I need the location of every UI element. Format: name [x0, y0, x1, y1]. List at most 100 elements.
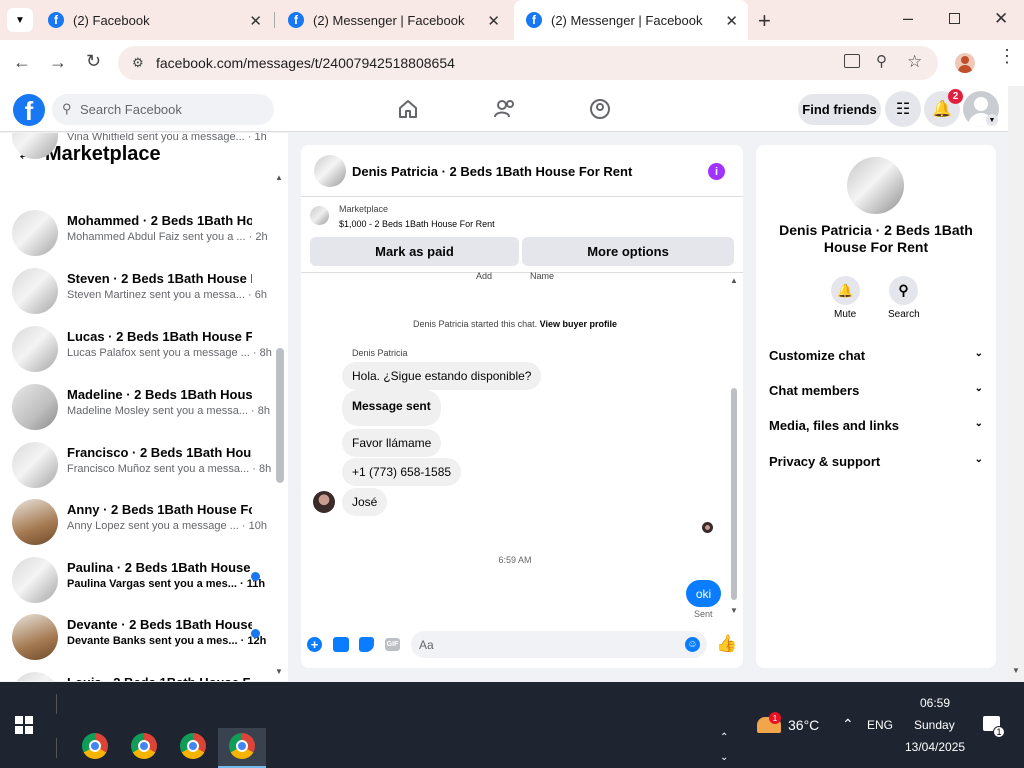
info-icon[interactable]: i [708, 163, 725, 180]
menu-grid-button[interactable]: ☷ [885, 91, 921, 127]
clock-date[interactable]: 13/04/2025 [905, 740, 965, 754]
conversation-row[interactable]: Devante · 2 Beds 1Bath House... Devante B… [0, 611, 270, 668]
browser-tab-3-active[interactable]: f (2) Messenger | Facebook ✕ [514, 0, 748, 40]
conversation-title: Lucas · 2 Beds 1Bath House For ... [67, 329, 252, 344]
message-bubble[interactable]: +1 (773) 658-1585 [342, 458, 462, 486]
sender-name: Denis Patricia [352, 348, 408, 358]
scroll-up-arrow[interactable]: ▲ [730, 276, 738, 285]
search-chat-button[interactable]: ⚲ [889, 276, 918, 305]
conversation-row[interactable]: Steven · 2 Beds 1Bath House For... Steven… [0, 265, 270, 322]
chat-members-section[interactable]: Chat members ⌄ [769, 383, 983, 398]
page-scrollbar[interactable]: ▼ [1008, 86, 1024, 682]
language-indicator[interactable]: ENG [867, 718, 893, 732]
windows-start-icon[interactable] [15, 716, 33, 734]
chat-scroll-thumb[interactable] [731, 388, 737, 600]
message-bubble[interactable]: Message sent [342, 390, 441, 426]
window-close-button[interactable]: ✕ [994, 9, 1008, 29]
conversation-row[interactable]: Mohammed · 2 Beds 1Bath Hou... Mohammed A… [0, 207, 270, 264]
scroll-up-arrow[interactable]: ▲ [275, 173, 283, 182]
customize-chat-section[interactable]: Customize chat ⌄ [769, 348, 983, 363]
bookmark-star-icon[interactable]: ☆ [907, 52, 922, 72]
chrome-taskbar-icon[interactable] [180, 733, 206, 759]
scroll-down-arrow[interactable]: ▼ [730, 606, 738, 615]
conversation-row[interactable]: Louis · 2 Beds 1Bath House F... [0, 669, 270, 681]
clock-time[interactable]: 06:59 [920, 696, 950, 710]
mark-as-paid-button[interactable]: Mark as paid [310, 237, 519, 266]
page-scroll-down-arrow[interactable]: ▼ [1012, 666, 1020, 675]
tab-close-icon[interactable]: ✕ [725, 12, 738, 30]
chat-title[interactable]: Denis Patricia · 2 Beds 1Bath House For … [352, 164, 632, 179]
restore-button[interactable] [949, 13, 960, 24]
chrome-taskbar-icon[interactable] [82, 733, 108, 759]
chrome-taskbar-icon[interactable] [131, 733, 157, 759]
thumbs-up-icon[interactable]: 👍 [716, 634, 737, 654]
gif-icon[interactable]: GIF [385, 638, 400, 651]
conversation-row[interactable]: Anny · 2 Beds 1Bath House For ... Anny Lo… [0, 496, 270, 553]
more-options-button[interactable]: More options [522, 237, 734, 266]
conversation-preview: Steven Martinez sent you a messa... · 6h [67, 289, 267, 301]
minimize-button[interactable]: – [903, 8, 913, 29]
site-info-icon[interactable]: ⚙ [132, 55, 144, 71]
mute-button[interactable]: 🔔 [831, 276, 860, 305]
preview-text: Paulina Vargas sent you a mes... [67, 578, 237, 590]
emoji-icon[interactable]: ☺ [685, 637, 700, 652]
conversation-row[interactable]: Vina Whitfield sent you a message... · 1… [0, 133, 270, 188]
tab-close-icon[interactable]: ✕ [249, 12, 262, 30]
groups-icon[interactable] [589, 98, 611, 120]
tab-search-dropdown[interactable]: ▼ [7, 8, 33, 32]
conversation-row[interactable]: Lucas · 2 Beds 1Bath House For ... Lucas … [0, 323, 272, 380]
chat-scrollbar[interactable]: ▲ ▼ [729, 276, 739, 616]
new-tab-button[interactable]: + [758, 8, 771, 34]
forward-arrow-icon[interactable]: → [49, 52, 67, 73]
temperature-text[interactable]: 36°C [788, 717, 819, 733]
url-bar[interactable]: ⚙ facebook.com/messages/t/24007942518808… [118, 46, 938, 80]
mark-as-paid-label: Mark as paid [375, 244, 454, 259]
chevron-down-icon: ▼ [15, 14, 25, 26]
privacy-support-section[interactable]: Privacy & support ⌄ [769, 454, 983, 469]
tab-close-icon[interactable]: ✕ [487, 12, 500, 30]
profile-avatar-icon[interactable] [955, 53, 975, 73]
search-label: Search [888, 309, 920, 320]
taskbar-scroll-down[interactable]: ⌄ [720, 752, 728, 763]
clock-day[interactable]: Sunday [914, 718, 955, 732]
sticker-icon[interactable] [359, 637, 374, 652]
conversation-row[interactable]: Paulina · 2 Beds 1Bath House ... Paulina … [0, 554, 270, 611]
show-hidden-icons-icon[interactable]: ⌃ [842, 716, 854, 733]
browser-tab-1[interactable]: f (2) Facebook ✕ [36, 0, 272, 40]
search-input[interactable]: ⚲ Search Facebook [52, 94, 274, 125]
marketplace-sidebar: ← Marketplace Vina Whitfield sent you a … [0, 133, 288, 681]
add-more-icon[interactable]: + [307, 637, 322, 652]
my-message-bubble[interactable]: oki [686, 580, 721, 607]
contact-avatar[interactable] [847, 157, 904, 214]
find-friends-button[interactable]: Find friends [798, 94, 881, 125]
conversation-row[interactable]: Francisco · 2 Beds 1Bath House ... Franci… [0, 439, 271, 496]
media-files-section[interactable]: Media, files and links ⌄ [769, 418, 983, 433]
preview-text: Madeline Mosley sent you a messa... [67, 405, 248, 417]
chat-avatar[interactable] [314, 155, 346, 187]
sidebar-scrollbar[interactable]: ▲ ▼ [275, 173, 285, 676]
conversation-preview: Devante Banks sent you a mes... · 12h [67, 635, 267, 647]
install-app-icon[interactable] [844, 54, 860, 68]
back-arrow-icon[interactable]: ← [13, 52, 31, 73]
listing-thumb[interactable] [310, 206, 329, 225]
message-bubble[interactable]: Hola. ¿Sigue estando disponible? [342, 362, 542, 390]
taskbar-scroll-up[interactable]: ⌃ [720, 732, 728, 743]
message-bubble[interactable]: José [342, 488, 388, 516]
friends-icon[interactable] [493, 98, 517, 120]
view-buyer-profile-link[interactable]: View buyer profile [540, 319, 617, 329]
conversation-row[interactable]: Madeline · 2 Beds 1Bath House ... Madelin… [0, 381, 270, 438]
message-bubble[interactable]: Favor llámame [342, 429, 442, 457]
sender-avatar[interactable] [313, 491, 335, 513]
sidebar-scroll-thumb[interactable] [276, 348, 284, 483]
facebook-logo-icon[interactable]: f [13, 94, 45, 126]
account-chevron-icon[interactable]: ▼ [986, 114, 998, 126]
attach-photo-icon[interactable] [333, 637, 349, 652]
active-app-highlight[interactable] [218, 728, 266, 768]
browser-menu-icon[interactable]: ⋮ [998, 47, 1016, 65]
scroll-down-arrow[interactable]: ▼ [275, 667, 283, 676]
zoom-icon[interactable]: ⚲ [876, 52, 887, 70]
browser-tab-2[interactable]: f (2) Messenger | Facebook ✕ [276, 0, 510, 40]
message-input[interactable]: Aa ☺ [411, 631, 707, 658]
home-icon[interactable] [397, 98, 419, 120]
reload-icon[interactable]: ↻ [86, 51, 101, 72]
